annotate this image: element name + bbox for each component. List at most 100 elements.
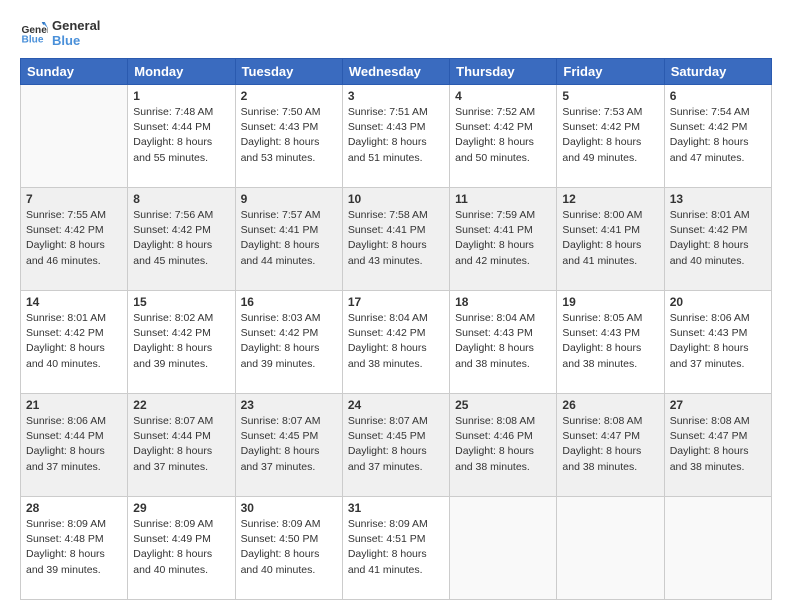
- calendar-cell: 30 Sunrise: 8:09 AMSunset: 4:50 PMDayligh…: [235, 497, 342, 600]
- day-number: 10: [348, 192, 444, 206]
- day-info: Sunrise: 8:01 AMSunset: 4:42 PMDaylight:…: [26, 311, 122, 372]
- calendar-cell: 6Sunrise: 7:54 AMSunset: 4:42 PMDaylight…: [664, 85, 771, 188]
- calendar-cell: 20 Sunrise: 8:06 AMSunset: 4:43 PMDayligh…: [664, 291, 771, 394]
- day-info: Sunrise: 8:09 AMSunset: 4:49 PMDaylight:…: [133, 517, 229, 578]
- logo: General Blue General Blue: [20, 18, 100, 48]
- week-row-1: 1 Sunrise: 7:48 AMSunset: 4:44 PMDaylight…: [21, 85, 772, 188]
- logo-icon: General Blue: [20, 19, 48, 47]
- day-number: 9: [241, 192, 337, 206]
- calendar-cell: 28 Sunrise: 8:09 AMSunset: 4:48 PMDayligh…: [21, 497, 128, 600]
- calendar-cell: 27 Sunrise: 8:08 AMSunset: 4:47 PMDayligh…: [664, 394, 771, 497]
- day-info: Sunrise: 8:06 AMSunset: 4:44 PMDaylight:…: [26, 414, 122, 475]
- calendar-cell: 10 Sunrise: 7:58 AMSunset: 4:41 PMDayligh…: [342, 188, 449, 291]
- day-number: 14: [26, 295, 122, 309]
- weekday-header-friday: Friday: [557, 59, 664, 85]
- day-info: Sunrise: 7:51 AMSunset: 4:43 PMDaylight:…: [348, 105, 444, 166]
- day-number: 29: [133, 501, 229, 515]
- day-info: Sunrise: 7:53 AMSunset: 4:42 PMDaylight:…: [562, 105, 658, 166]
- logo-blue: Blue: [52, 33, 100, 48]
- calendar-cell: 5 Sunrise: 7:53 AMSunset: 4:42 PMDaylight…: [557, 85, 664, 188]
- day-info: Sunrise: 7:59 AMSunset: 4:41 PMDaylight:…: [455, 208, 551, 269]
- calendar-cell: 9Sunrise: 7:57 AMSunset: 4:41 PMDaylight…: [235, 188, 342, 291]
- day-info: Sunrise: 8:08 AMSunset: 4:46 PMDaylight:…: [455, 414, 551, 475]
- day-info: Sunrise: 7:55 AMSunset: 4:42 PMDaylight:…: [26, 208, 122, 269]
- calendar-cell: 15 Sunrise: 8:02 AMSunset: 4:42 PMDayligh…: [128, 291, 235, 394]
- week-row-4: 21 Sunrise: 8:06 AMSunset: 4:44 PMDayligh…: [21, 394, 772, 497]
- day-number: 12: [562, 192, 658, 206]
- day-info: Sunrise: 7:58 AMSunset: 4:41 PMDaylight:…: [348, 208, 444, 269]
- day-number: 5: [562, 89, 658, 103]
- weekday-header-row: SundayMondayTuesdayWednesdayThursdayFrid…: [21, 59, 772, 85]
- weekday-header-sunday: Sunday: [21, 59, 128, 85]
- day-info: Sunrise: 8:04 AMSunset: 4:42 PMDaylight:…: [348, 311, 444, 372]
- day-info: Sunrise: 7:54 AMSunset: 4:42 PMDaylight:…: [670, 105, 766, 166]
- calendar-cell: [557, 497, 664, 600]
- weekday-header-wednesday: Wednesday: [342, 59, 449, 85]
- calendar-cell: 17 Sunrise: 8:04 AMSunset: 4:42 PMDayligh…: [342, 291, 449, 394]
- weekday-header-monday: Monday: [128, 59, 235, 85]
- day-info: Sunrise: 8:07 AMSunset: 4:45 PMDaylight:…: [348, 414, 444, 475]
- day-info: Sunrise: 8:09 AMSunset: 4:51 PMDaylight:…: [348, 517, 444, 578]
- day-info: Sunrise: 8:09 AMSunset: 4:50 PMDaylight:…: [241, 517, 337, 578]
- day-number: 3: [348, 89, 444, 103]
- day-info: Sunrise: 8:01 AMSunset: 4:42 PMDaylight:…: [670, 208, 766, 269]
- day-info: Sunrise: 7:50 AMSunset: 4:43 PMDaylight:…: [241, 105, 337, 166]
- logo-general: General: [52, 18, 100, 33]
- day-number: 18: [455, 295, 551, 309]
- calendar-cell: 24Sunrise: 8:07 AMSunset: 4:45 PMDayligh…: [342, 394, 449, 497]
- day-number: 15: [133, 295, 229, 309]
- day-number: 25: [455, 398, 551, 412]
- svg-text:Blue: Blue: [22, 34, 44, 45]
- calendar-cell: 8Sunrise: 7:56 AMSunset: 4:42 PMDaylight…: [128, 188, 235, 291]
- calendar-cell: 2Sunrise: 7:50 AMSunset: 4:43 PMDaylight…: [235, 85, 342, 188]
- week-row-3: 14 Sunrise: 8:01 AMSunset: 4:42 PMDayligh…: [21, 291, 772, 394]
- day-number: 22: [133, 398, 229, 412]
- day-info: Sunrise: 8:06 AMSunset: 4:43 PMDaylight:…: [670, 311, 766, 372]
- calendar-cell: 12 Sunrise: 8:00 AMSunset: 4:41 PMDayligh…: [557, 188, 664, 291]
- day-number: 20: [670, 295, 766, 309]
- day-number: 17: [348, 295, 444, 309]
- day-number: 23: [241, 398, 337, 412]
- calendar-cell: 18 Sunrise: 8:04 AMSunset: 4:43 PMDayligh…: [450, 291, 557, 394]
- calendar-cell: 25 Sunrise: 8:08 AMSunset: 4:46 PMDayligh…: [450, 394, 557, 497]
- calendar-cell: 23Sunrise: 8:07 AMSunset: 4:45 PMDayligh…: [235, 394, 342, 497]
- calendar-cell: 11Sunrise: 7:59 AMSunset: 4:41 PMDayligh…: [450, 188, 557, 291]
- calendar-cell: 21 Sunrise: 8:06 AMSunset: 4:44 PMDayligh…: [21, 394, 128, 497]
- day-info: Sunrise: 7:52 AMSunset: 4:42 PMDaylight:…: [455, 105, 551, 166]
- day-number: 26: [562, 398, 658, 412]
- day-info: Sunrise: 8:08 AMSunset: 4:47 PMDaylight:…: [670, 414, 766, 475]
- day-info: Sunrise: 8:00 AMSunset: 4:41 PMDaylight:…: [562, 208, 658, 269]
- day-info: Sunrise: 8:08 AMSunset: 4:47 PMDaylight:…: [562, 414, 658, 475]
- calendar-cell: 29 Sunrise: 8:09 AMSunset: 4:49 PMDayligh…: [128, 497, 235, 600]
- day-number: 30: [241, 501, 337, 515]
- calendar-cell: [21, 85, 128, 188]
- calendar-cell: [450, 497, 557, 600]
- calendar-cell: 1 Sunrise: 7:48 AMSunset: 4:44 PMDaylight…: [128, 85, 235, 188]
- calendar-cell: 19Sunrise: 8:05 AMSunset: 4:43 PMDayligh…: [557, 291, 664, 394]
- calendar-cell: 22 Sunrise: 8:07 AMSunset: 4:44 PMDayligh…: [128, 394, 235, 497]
- day-number: 27: [670, 398, 766, 412]
- calendar-table: SundayMondayTuesdayWednesdayThursdayFrid…: [20, 58, 772, 600]
- calendar-cell: 31Sunrise: 8:09 AMSunset: 4:51 PMDayligh…: [342, 497, 449, 600]
- calendar-cell: [664, 497, 771, 600]
- day-info: Sunrise: 7:48 AMSunset: 4:44 PMDaylight:…: [133, 105, 229, 166]
- day-number: 4: [455, 89, 551, 103]
- day-info: Sunrise: 8:09 AMSunset: 4:48 PMDaylight:…: [26, 517, 122, 578]
- week-row-2: 7Sunrise: 7:55 AMSunset: 4:42 PMDaylight…: [21, 188, 772, 291]
- calendar-cell: 14 Sunrise: 8:01 AMSunset: 4:42 PMDayligh…: [21, 291, 128, 394]
- page-header: General Blue General Blue: [20, 18, 772, 48]
- day-number: 1: [133, 89, 229, 103]
- day-info: Sunrise: 8:03 AMSunset: 4:42 PMDaylight:…: [241, 311, 337, 372]
- weekday-header-saturday: Saturday: [664, 59, 771, 85]
- calendar-cell: 13Sunrise: 8:01 AMSunset: 4:42 PMDayligh…: [664, 188, 771, 291]
- day-info: Sunrise: 8:02 AMSunset: 4:42 PMDaylight:…: [133, 311, 229, 372]
- day-number: 28: [26, 501, 122, 515]
- day-number: 8: [133, 192, 229, 206]
- calendar-cell: 26 Sunrise: 8:08 AMSunset: 4:47 PMDayligh…: [557, 394, 664, 497]
- weekday-header-tuesday: Tuesday: [235, 59, 342, 85]
- day-number: 16: [241, 295, 337, 309]
- day-info: Sunrise: 8:07 AMSunset: 4:44 PMDaylight:…: [133, 414, 229, 475]
- day-number: 21: [26, 398, 122, 412]
- calendar-cell: 7Sunrise: 7:55 AMSunset: 4:42 PMDaylight…: [21, 188, 128, 291]
- day-info: Sunrise: 8:04 AMSunset: 4:43 PMDaylight:…: [455, 311, 551, 372]
